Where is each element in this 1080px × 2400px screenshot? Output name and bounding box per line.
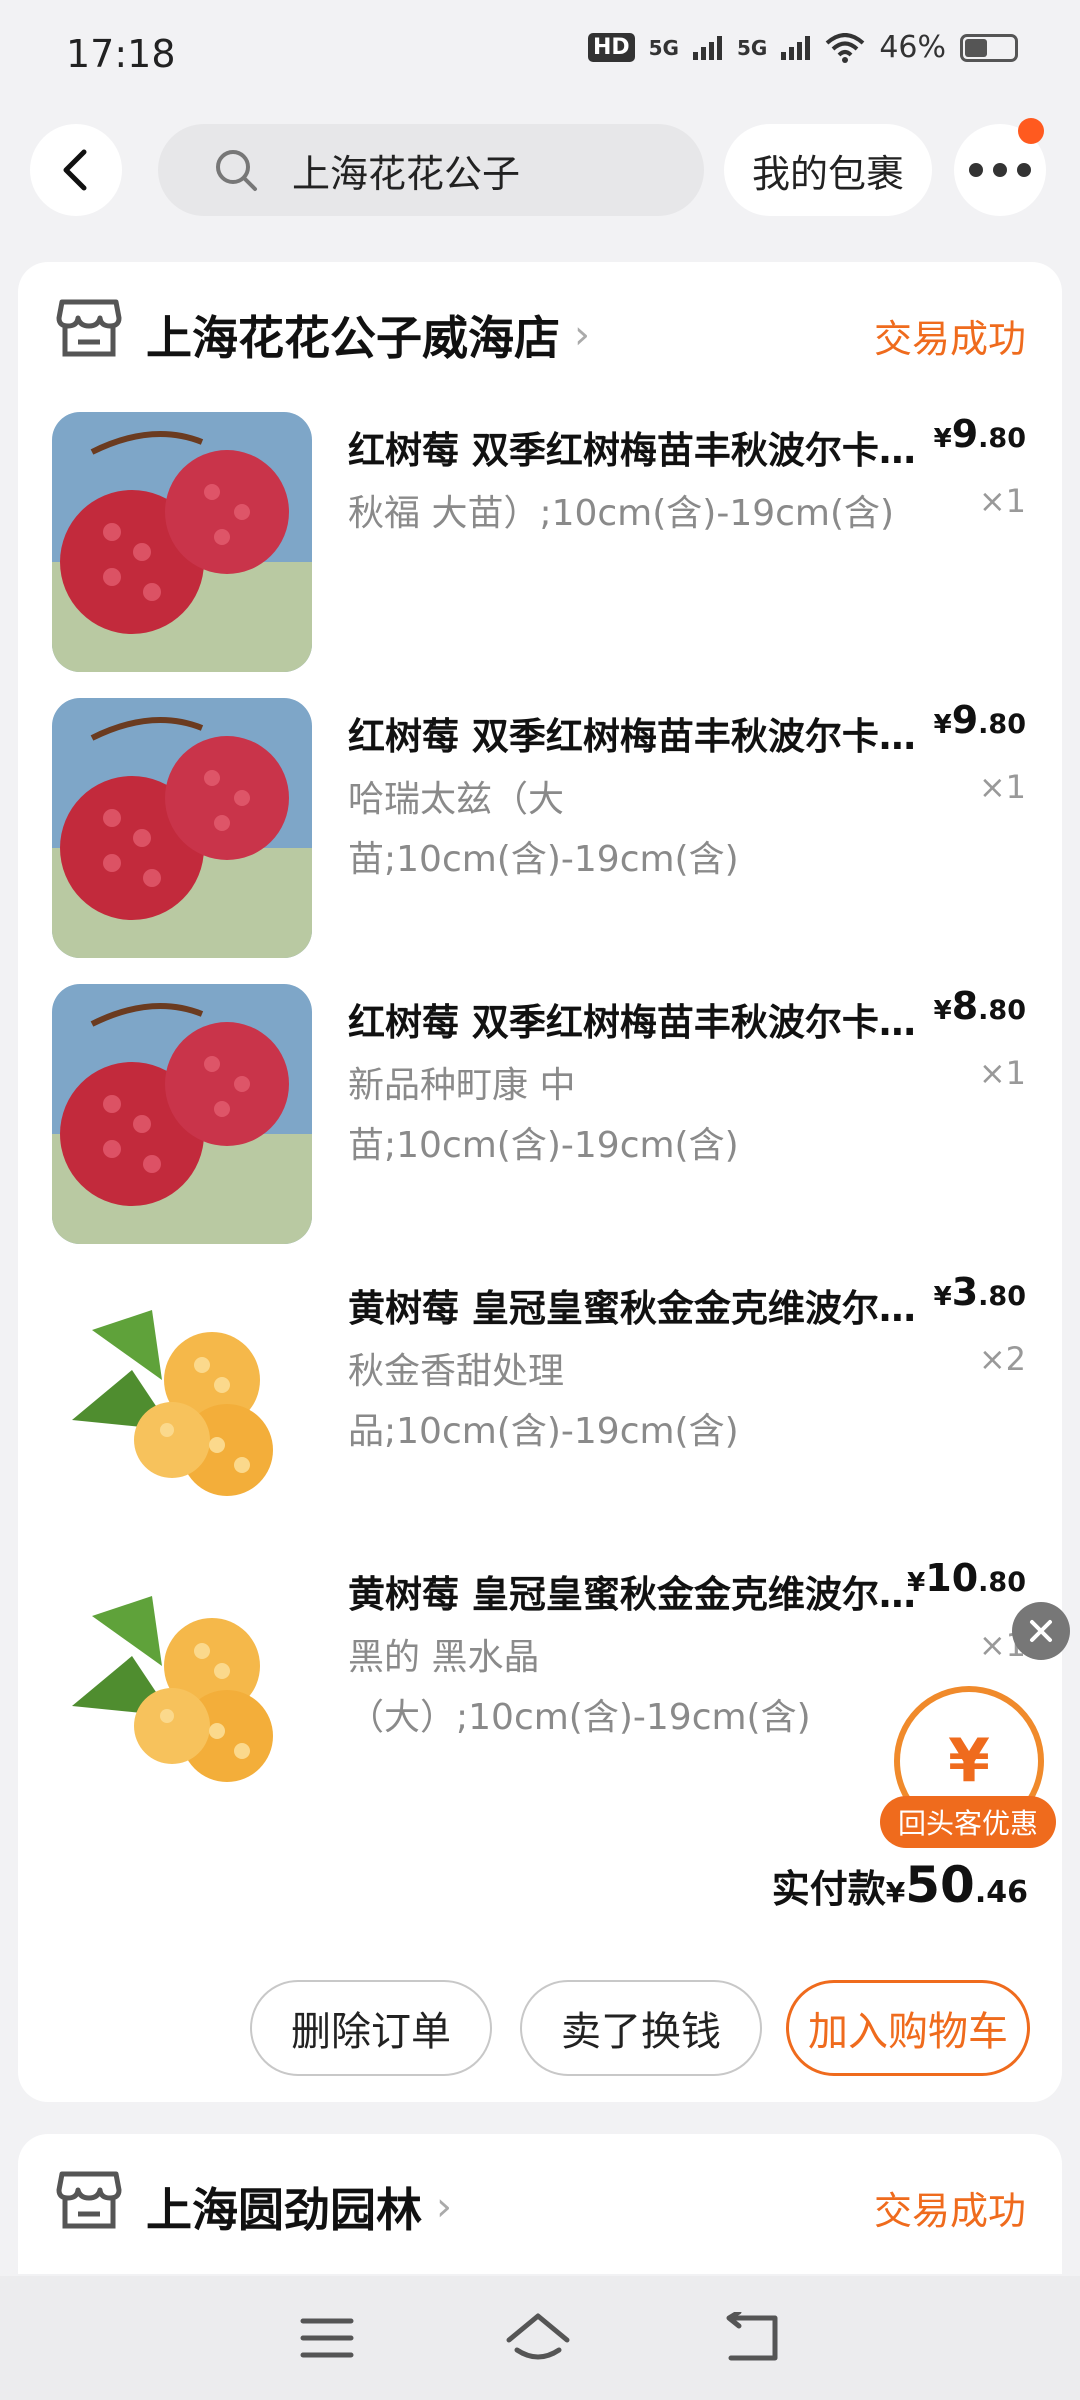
more-menu-button[interactable] (954, 118, 1046, 216)
notification-dot (1018, 118, 1044, 144)
more-dots-icon (969, 163, 1031, 177)
product-title[interactable]: 黄树莓 皇冠皇蜜秋金金克维波尔卡树莓苗 (348, 1278, 928, 1332)
back-button[interactable] (30, 124, 122, 216)
yellow-raspberry-image (52, 1556, 312, 1816)
returning-customer-coupon[interactable]: ¥ 回头客优惠 (880, 1686, 1056, 1852)
chevron-right-icon: › (436, 2184, 452, 2230)
red-raspberry-image (52, 698, 312, 958)
search-bar[interactable]: 上海花花公子 (158, 124, 704, 216)
order-item[interactable]: 红树莓 双季红树梅苗丰秋波尔卡黄树莓苗秋福 大苗）;10cm(含)-19cm(含… (18, 412, 1062, 674)
product-thumbnail[interactable] (52, 698, 312, 958)
product-spec: 秋金香甜处理品;10cm(含)-19cm(含) (348, 1351, 739, 1452)
search-query: 上海花花公子 (292, 151, 521, 196)
chevron-right-icon: › (574, 312, 590, 358)
store-icon (56, 2171, 122, 2229)
product-thumbnail[interactable] (52, 984, 312, 1244)
delete-order-button[interactable]: 删除订单 (250, 1980, 492, 2076)
yellow-raspberry-image (52, 1270, 312, 1530)
product-spec: 哈瑞太兹（大苗;10cm(含)-19cm(含) (348, 779, 739, 880)
back-nav-icon[interactable] (721, 2312, 781, 2364)
red-raspberry-image (52, 412, 312, 672)
close-icon (1030, 1620, 1052, 1642)
signal-5g-icon-2: 5G (736, 35, 768, 60)
signal-5g-icon: 5G (648, 35, 679, 60)
shop-name[interactable]: 上海花花公子威海店 › (146, 302, 590, 368)
product-spec: 秋福 大苗）;10cm(含)-19cm(含) (348, 493, 895, 534)
product-quantity: ×2 (978, 1340, 1026, 1378)
product-thumbnail[interactable] (52, 1270, 312, 1530)
product-quantity: ×1 (978, 768, 1026, 806)
wifi-icon (825, 32, 865, 63)
yen-coupon-icon: ¥ (948, 1726, 990, 1796)
order-item[interactable]: 红树莓 双季红树梅苗丰秋波尔卡黄树莓苗新品种町康 中苗;10cm(含)-19cm… (18, 984, 1062, 1246)
home-icon[interactable] (505, 2312, 571, 2364)
signal-bars-icon (692, 35, 722, 60)
product-title[interactable]: 红树莓 双季红树梅苗丰秋波尔卡黄树莓苗 (348, 706, 928, 760)
product-quantity: ×1 (978, 1054, 1026, 1092)
order-status-2: 交易成功 (873, 2189, 1026, 2233)
order-status: 交易成功 (873, 317, 1026, 361)
product-title[interactable]: 红树莓 双季红树梅苗丰秋波尔卡黄树莓苗 (348, 992, 928, 1046)
hd-icon: HD (587, 33, 635, 62)
product-title[interactable]: 黄树莓 皇冠皇蜜秋金金克维波尔卡树莓苗 (348, 1564, 928, 1618)
product-price: ¥9.80 (933, 412, 1026, 456)
product-price: ¥9.80 (933, 698, 1026, 742)
search-icon (216, 150, 257, 191)
product-price: ¥8.80 (933, 984, 1026, 1028)
store-icon (56, 299, 122, 357)
product-quantity: ×1 (978, 482, 1026, 520)
order-card-2[interactable]: 上海圆劲园林 › 交易成功 (18, 2134, 1062, 2274)
product-thumbnail[interactable] (52, 412, 312, 672)
product-thumbnail[interactable] (52, 1556, 312, 1816)
product-title[interactable]: 红树莓 双季红树梅苗丰秋波尔卡黄树莓苗 (348, 420, 928, 474)
coupon-label: 回头客优惠 (880, 1796, 1056, 1848)
chevron-left-icon (63, 149, 87, 191)
signal-bars-icon-2 (781, 35, 811, 60)
status-time: 17:18 (66, 32, 176, 76)
add-to-cart-button[interactable]: 加入购物车 (786, 1980, 1030, 2076)
product-price: ¥3.80 (933, 1270, 1026, 1314)
product-price: ¥10.80 (907, 1556, 1026, 1600)
top-bar: 上海花花公子 我的包裹 (0, 118, 1080, 220)
battery-icon (960, 33, 1018, 62)
shop-header-2[interactable]: 上海圆劲园林 › 交易成功 (18, 2134, 1062, 2274)
close-coupon-button[interactable] (1012, 1602, 1070, 1660)
menu-icon[interactable] (299, 2315, 355, 2361)
total-paid: 实付款 ¥50.46 (771, 1856, 1028, 1914)
sell-item-button[interactable]: 卖了换钱 (520, 1980, 762, 2076)
product-spec: 新品种町康 中苗;10cm(含)-19cm(含) (348, 1065, 739, 1166)
order-item[interactable]: 红树莓 双季红树梅苗丰秋波尔卡黄树莓苗哈瑞太兹（大苗;10cm(含)-19cm(… (18, 698, 1062, 960)
product-spec: 黑的 黑水晶（大）;10cm(含)-19cm(含) (348, 1637, 811, 1738)
shop-header[interactable]: 上海花花公子威海店 › 交易成功 (18, 262, 1062, 402)
shop-name-2[interactable]: 上海圆劲园林 › (146, 2174, 452, 2240)
red-raspberry-image (52, 984, 312, 1244)
battery-percent: 46% (879, 30, 946, 65)
my-packages-button[interactable]: 我的包裹 (724, 124, 932, 216)
system-nav-bar (0, 2276, 1080, 2400)
status-bar: 17:18 HD 5G 5G 46% (0, 0, 1080, 110)
status-icons: HD 5G 5G 46% (587, 30, 1018, 65)
order-item[interactable]: 黄树莓 皇冠皇蜜秋金金克维波尔卡树莓苗秋金香甜处理品;10cm(含)-19cm(… (18, 1270, 1062, 1532)
